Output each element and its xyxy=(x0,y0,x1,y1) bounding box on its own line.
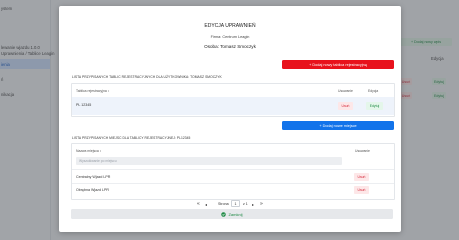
last-page-icon[interactable]: » xyxy=(260,201,263,207)
places-section-label: LISTA PRZYPISANYCH MIEJSC DLA TABLICY RE… xyxy=(72,136,191,140)
place-name-cell: Obrębna Wjazd LPR xyxy=(76,188,109,192)
delete-place-button[interactable]: Usuń xyxy=(354,173,369,181)
page-label: Strona xyxy=(218,202,229,206)
place-search-input[interactable]: Wyszukiwanie po miejscu xyxy=(76,157,342,165)
plates-table: Tablica rejestracyjna ↕ Usuwanie Edycja … xyxy=(71,83,395,117)
places-table: Nazwa miejsca ↕ Usuwanie Wyszukiwanie po… xyxy=(71,143,395,200)
col-place-name-header[interactable]: Nazwa miejsca ↕ xyxy=(76,149,101,153)
company-label: Firma: Centrum Leagin xyxy=(210,35,250,39)
add-place-button[interactable]: + Dodaj nowe miejsce xyxy=(282,121,394,130)
prev-page-icon[interactable]: ◂ xyxy=(205,202,207,207)
plates-section-label: LISTA PRZYPISANYCH TABLIC REJESTRACYJNYC… xyxy=(72,75,222,79)
add-plate-button[interactable]: + Dodaj nowy tablica rejestracyjną xyxy=(282,60,394,69)
col-edit-header: Edycja xyxy=(368,89,379,93)
page-number-input[interactable]: 1 xyxy=(231,200,240,207)
close-button[interactable]: Zamknij xyxy=(71,209,393,219)
check-circle-icon xyxy=(221,211,227,217)
page-total: z 1 xyxy=(243,202,248,206)
first-page-icon[interactable]: « xyxy=(197,201,200,207)
place-search-placeholder: Wyszukiwanie po miejscu xyxy=(79,159,117,163)
table-row: Obrębna Wjazd LPR Usuń xyxy=(72,184,394,197)
delete-place-button[interactable]: Usuń xyxy=(354,186,369,194)
delete-plate-button[interactable]: Usuń xyxy=(338,102,353,110)
place-name-cell: Centralny Wjazd LPR xyxy=(76,175,111,179)
person-label: Osoba: Tomasz Smoczyk xyxy=(204,44,256,49)
col-plate-header[interactable]: Tablica rejestracyjna ↕ xyxy=(76,89,109,93)
edit-plate-button[interactable]: Edytuj xyxy=(366,102,383,110)
col-delete-header: Usuwanie xyxy=(338,89,353,93)
edit-permissions-modal: EDYCJA UPRAWNIEŃ Firma: Centrum Leagin O… xyxy=(59,6,401,232)
next-page-icon[interactable]: ▸ xyxy=(252,202,254,207)
modal-title: EDYCJA UPRAWNIEŃ xyxy=(204,23,256,29)
col-place-delete-header: Usuwanie xyxy=(355,149,370,153)
pagination: « ◂ Strona 1 z 1 ▸ » xyxy=(197,200,267,208)
close-button-label: Zamknij xyxy=(228,211,243,217)
table-row: Centralny Wjazd LPR Usuń xyxy=(72,170,394,183)
table-row: PL 12345 Usuń Edytuj xyxy=(72,97,394,115)
plate-cell: PL 12345 xyxy=(76,103,92,107)
